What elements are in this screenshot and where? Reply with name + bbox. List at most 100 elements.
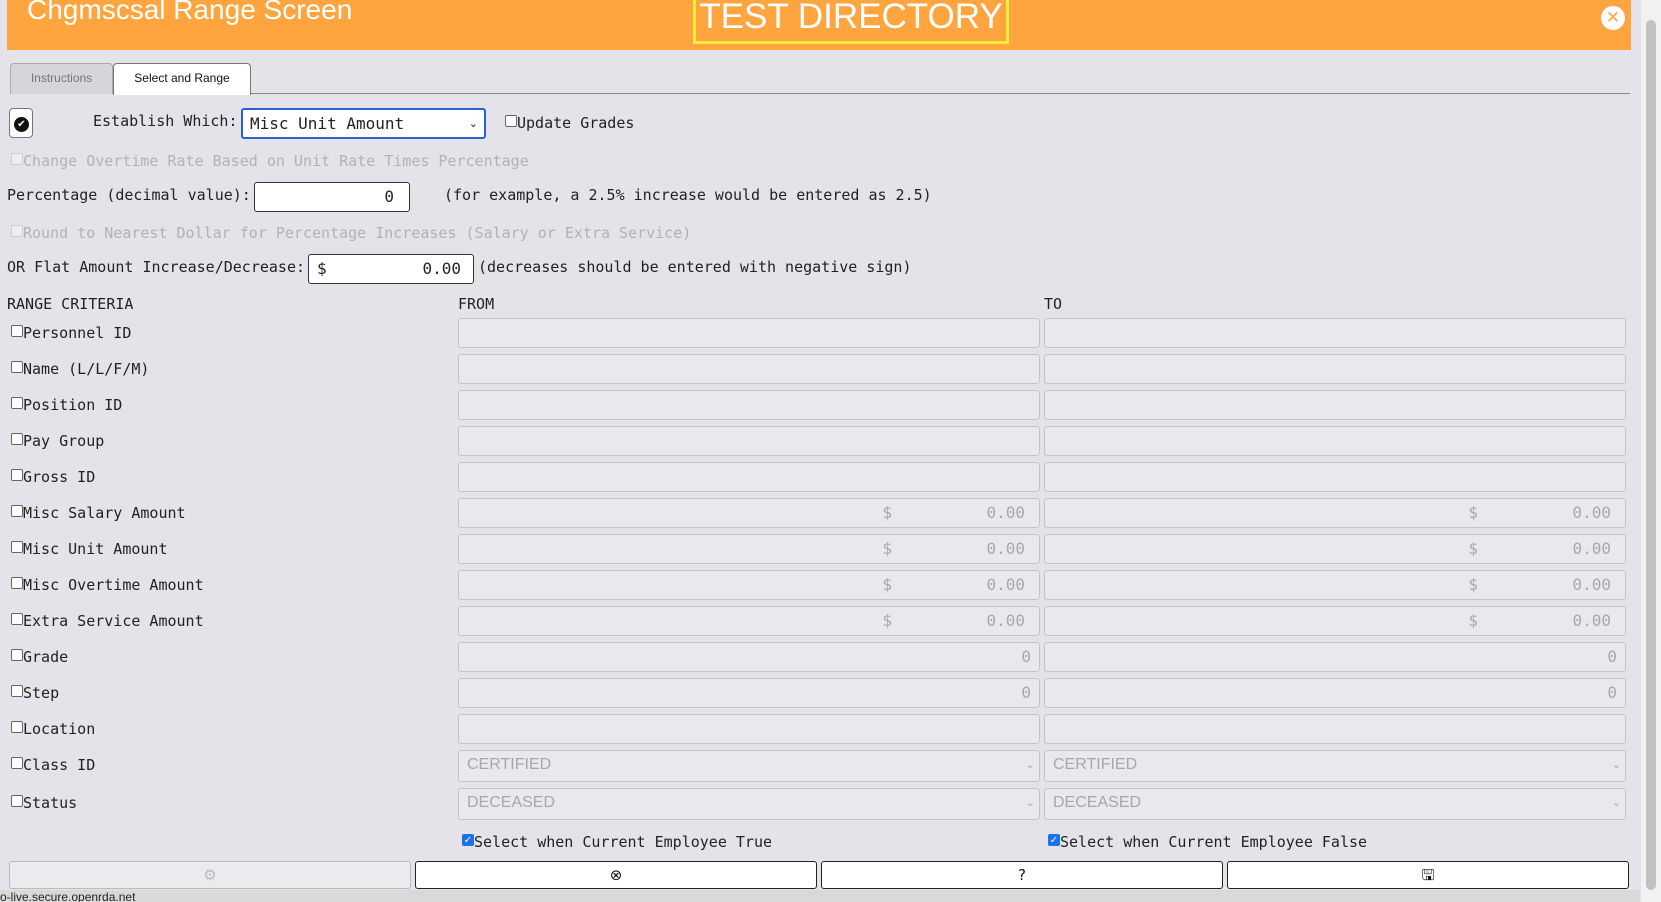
range-to-input[interactable] (1044, 390, 1626, 420)
range-to-value: DECEASED (1053, 794, 1142, 811)
range-from-input[interactable]: $0.00 (458, 534, 1040, 564)
range-to-input[interactable]: $0.00 (1044, 606, 1626, 636)
range-to-input[interactable] (1044, 462, 1626, 492)
range-row-checkbox[interactable] (11, 325, 23, 337)
range-from-input[interactable]: $0.00 (458, 570, 1040, 600)
range-row-checkbox[interactable] (11, 397, 23, 409)
help-button[interactable]: ? (821, 861, 1223, 889)
current-true-option[interactable]: ✓ Select when Current Employee True (462, 833, 772, 851)
range-from-input[interactable] (458, 318, 1040, 348)
range-row-checkbox[interactable] (11, 757, 23, 769)
close-icon[interactable]: ✕ (1601, 6, 1625, 30)
range-to-value: 0.00 (1572, 539, 1611, 558)
range-row-checkbox[interactable] (11, 649, 23, 661)
range-to-value: CERTIFIED (1053, 756, 1138, 773)
save-button[interactable]: 🖫 (1227, 861, 1629, 889)
range-to-input[interactable] (1044, 426, 1626, 456)
chevron-down-icon: ⌄ (1611, 796, 1621, 809)
currency-symbol: $ (882, 503, 892, 522)
range-from-input[interactable]: $0.00 (458, 606, 1040, 636)
range-row-checkbox[interactable] (11, 505, 23, 517)
establish-label: Establish Which: (93, 112, 238, 130)
flat-amount-input[interactable]: $ 0.00 (308, 254, 474, 284)
range-to-input[interactable] (1044, 354, 1626, 384)
range-row-option[interactable]: Step (11, 684, 59, 702)
range-from-input[interactable]: 0 (458, 642, 1040, 672)
range-row-option[interactable]: Pay Group (11, 432, 104, 450)
range-to-value: 0 (1607, 647, 1617, 666)
range-to-input[interactable]: $0.00 (1044, 570, 1626, 600)
range-to-input[interactable]: 0 (1044, 642, 1626, 672)
range-to-input[interactable]: $0.00 (1044, 498, 1626, 528)
scrollbar-thumb[interactable] (1646, 20, 1656, 890)
range-to-input[interactable]: $0.00 (1044, 534, 1626, 564)
range-from-input[interactable] (458, 714, 1040, 744)
currency-symbol: $ (1468, 611, 1478, 630)
establish-value: Misc Unit Amount (250, 114, 405, 133)
close-circle-icon: ⊗ (609, 866, 623, 884)
range-row-checkbox[interactable] (11, 577, 23, 589)
range-row-option[interactable]: Misc Salary Amount (11, 504, 186, 522)
range-row-option[interactable]: Class ID (11, 756, 95, 774)
range-row-label: Grade (23, 648, 69, 666)
tab-select-and-range[interactable]: Select and Range (113, 63, 251, 95)
range-row-checkbox[interactable] (11, 541, 23, 553)
current-false-checkbox[interactable]: ✓ (1048, 834, 1060, 846)
range-to-select[interactable]: CERTIFIED ⌄ (1044, 750, 1626, 782)
range-row-option[interactable]: Location (11, 720, 95, 738)
range-row-option[interactable]: Extra Service Amount (11, 612, 204, 630)
range-to-value: 0.00 (1572, 575, 1611, 594)
update-grades-option[interactable]: Update Grades (505, 114, 634, 132)
establish-select[interactable]: Misc Unit Amount ⌄ (241, 108, 486, 139)
range-row-option[interactable]: Personnel ID (11, 324, 131, 342)
range-row-option[interactable]: Status (11, 794, 77, 812)
range-to-input[interactable] (1044, 714, 1626, 744)
range-from-value: 0.00 (986, 611, 1025, 630)
range-row-checkbox[interactable] (11, 613, 23, 625)
currency-symbol: $ (1468, 503, 1478, 522)
range-from-input[interactable]: $0.00 (458, 498, 1040, 528)
range-from-input[interactable] (458, 390, 1040, 420)
range-row-checkbox[interactable] (11, 795, 23, 807)
range-row-checkbox[interactable] (11, 433, 23, 445)
range-from-value: DECEASED (467, 794, 556, 811)
range-to-value: 0.00 (1572, 611, 1611, 630)
range-to-input[interactable] (1044, 318, 1626, 348)
range-row-option[interactable]: Gross ID (11, 468, 95, 486)
range-from-select[interactable]: DECEASED ⌄ (458, 788, 1040, 820)
range-row-option[interactable]: Misc Unit Amount (11, 540, 168, 558)
range-row-option[interactable]: Name (L/L/F/M) (11, 360, 149, 378)
tab-instructions[interactable]: Instructions (10, 63, 113, 94)
run-check-button[interactable]: ✔ (9, 108, 33, 138)
range-from-input[interactable] (458, 354, 1040, 384)
range-row-checkbox[interactable] (11, 361, 23, 373)
range-to-select[interactable]: DECEASED ⌄ (1044, 788, 1626, 820)
round-dollar-label: Round to Nearest Dollar for Percentage I… (23, 224, 692, 242)
range-row-checkbox[interactable] (11, 685, 23, 697)
current-true-checkbox[interactable]: ✓ (462, 834, 474, 846)
update-grades-checkbox[interactable] (505, 115, 517, 127)
range-from-select[interactable]: CERTIFIED ⌄ (458, 750, 1040, 782)
range-to-input[interactable]: 0 (1044, 678, 1626, 708)
browser-status-bar: o-live.secure.openrda.net (0, 890, 1640, 902)
scrollbar[interactable] (1641, 0, 1661, 902)
range-from-input[interactable] (458, 462, 1040, 492)
percentage-hint: (for example, a 2.5% increase would be e… (444, 186, 932, 204)
range-row-option[interactable]: Position ID (11, 396, 122, 414)
percentage-input[interactable]: 0 (254, 182, 410, 212)
range-row-option[interactable]: Grade (11, 648, 68, 666)
help-icon: ? (1018, 866, 1026, 884)
tab-bar: Instructions Select and Range (10, 63, 1630, 95)
range-row-checkbox[interactable] (11, 469, 23, 481)
range-from-input[interactable] (458, 426, 1040, 456)
range-row-label: Name (L/L/F/M) (23, 360, 150, 378)
range-row-label: Gross ID (23, 468, 96, 486)
range-row-option[interactable]: Misc Overtime Amount (11, 576, 204, 594)
cancel-button[interactable]: ⊗ (415, 861, 817, 889)
range-from-value: 0.00 (986, 539, 1025, 558)
range-from-input[interactable]: 0 (458, 678, 1040, 708)
range-row-checkbox[interactable] (11, 721, 23, 733)
title-bar: Chgmscsal Range Screen TEST DIRECTORY ✕ (7, 0, 1631, 50)
current-false-option[interactable]: ✓ Select when Current Employee False (1048, 833, 1367, 851)
settings-button[interactable]: ⚙ (9, 861, 411, 889)
